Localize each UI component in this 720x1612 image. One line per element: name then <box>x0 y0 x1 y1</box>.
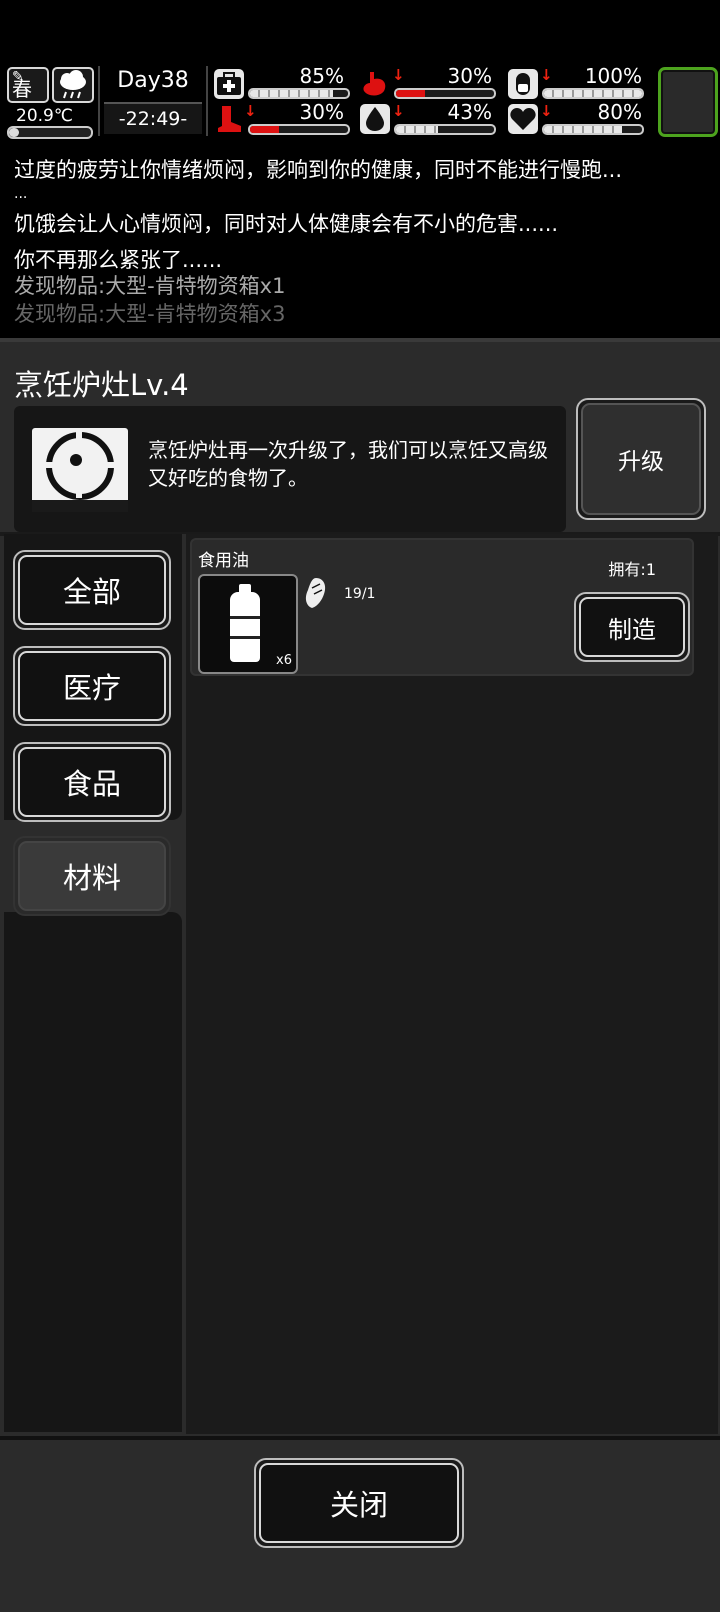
mood-value: 80% <box>597 100 642 124</box>
close-button[interactable]: 关闭 <box>254 1458 464 1548</box>
divider <box>0 1436 720 1440</box>
category-materials-button[interactable]: 材料 <box>13 836 171 916</box>
divider <box>206 66 208 136</box>
temperature-gauge <box>7 126 93 139</box>
recipe-list[interactable]: 食用油 x6 19/1 拥有:1 制造 <box>186 534 718 1434</box>
medkit-icon <box>214 69 244 99</box>
mood-bar <box>542 124 644 135</box>
category-medical-button[interactable]: 医疗 <box>13 646 171 726</box>
water-value: 43% <box>447 100 492 124</box>
upgrade-button[interactable]: 升级 <box>576 398 706 520</box>
facility-info: 烹饪炉灶再一次升级了，我们可以烹饪又高级又好吃的食物了。 <box>14 406 566 532</box>
health-value: 85% <box>299 64 344 88</box>
stove-icon <box>32 428 128 512</box>
weather-icon <box>52 67 94 103</box>
category-food-button[interactable]: 食品 <box>13 742 171 822</box>
facility-title: 烹饪炉灶Lv.4 <box>14 368 189 402</box>
water-bar <box>394 124 496 135</box>
pill-value: 100% <box>584 64 642 88</box>
log-line: 发现物品:大型-肯特物资箱x1 <box>14 274 286 298</box>
stamina-value: 30% <box>299 100 344 124</box>
pill-bar <box>542 88 644 99</box>
item-count: x6 <box>276 653 292 668</box>
craft-button[interactable]: 制造 <box>574 592 690 662</box>
category-label: 食品 <box>62 767 121 801</box>
hunger-bar <box>394 88 496 99</box>
log-line: 饥饿会让人心情烦闷，同时对人体健康会有不小的危害...... <box>14 212 559 236</box>
divider <box>98 66 100 136</box>
temperature-readout: 20.9℃ <box>16 106 73 126</box>
clock: -22:49- <box>104 102 202 134</box>
category-label: 医疗 <box>62 671 121 705</box>
droplet-icon <box>360 104 390 134</box>
log-line: 过度的疲劳让你情绪烦闷，影响到你的健康，同时不能进行慢跑... <box>14 158 623 182</box>
category-all-button[interactable]: 全部 <box>13 550 171 630</box>
category-sidebar: 全部 医疗 食品 材料 <box>4 534 182 1612</box>
log-line: ... <box>14 186 28 202</box>
facility-description: 烹饪炉灶再一次升级了，我们可以烹饪又高级又好吃的食物了。 <box>148 438 548 490</box>
ingredient-amount: 19/1 <box>344 586 376 602</box>
category-label: 全部 <box>62 575 121 609</box>
leaf-icon: ✎ <box>12 69 24 85</box>
item-name: 食用油 <box>198 551 249 571</box>
stamina-bar <box>248 124 350 135</box>
hunger-value: 30% <box>447 64 492 88</box>
day-counter: Day38 <box>117 68 189 93</box>
season-indicator: 春 ✎ <box>7 67 49 103</box>
health-bar <box>248 88 350 99</box>
close-label: 关闭 <box>329 1488 388 1522</box>
category-label: 材料 <box>62 861 121 895</box>
heart-icon <box>508 104 538 134</box>
owned-count: 拥有:1 <box>608 560 656 579</box>
stomach-icon <box>360 69 390 99</box>
equipment-slot[interactable] <box>658 67 718 137</box>
ingredient-icon <box>302 576 328 612</box>
crafting-panel: 烹饪炉灶Lv.4 烹饪炉灶再一次升级了，我们可以烹饪又高级又好吃的食物了。 升级… <box>0 342 720 1612</box>
status-bar: 春 ✎ 20.9℃ Day38 -22:49- ↓ ↓ ↓ ↓ ↓ 85% 30… <box>0 64 720 140</box>
clock-time: -22:49- <box>118 108 188 130</box>
boot-icon <box>214 104 244 134</box>
upgrade-label: 升级 <box>618 449 664 475</box>
pill-icon <box>508 69 538 99</box>
recipe-item: 食用油 x6 19/1 拥有:1 制造 <box>190 538 694 676</box>
message-log[interactable]: 过度的疲劳让你情绪烦闷，影响到你的健康，同时不能进行慢跑... ... 饥饿会让… <box>0 146 720 336</box>
craft-label: 制造 <box>608 615 656 644</box>
oil-bottle-icon[interactable]: x6 <box>198 574 298 674</box>
log-line: 发现物品:大型-肯特物资箱x3 <box>14 302 286 326</box>
